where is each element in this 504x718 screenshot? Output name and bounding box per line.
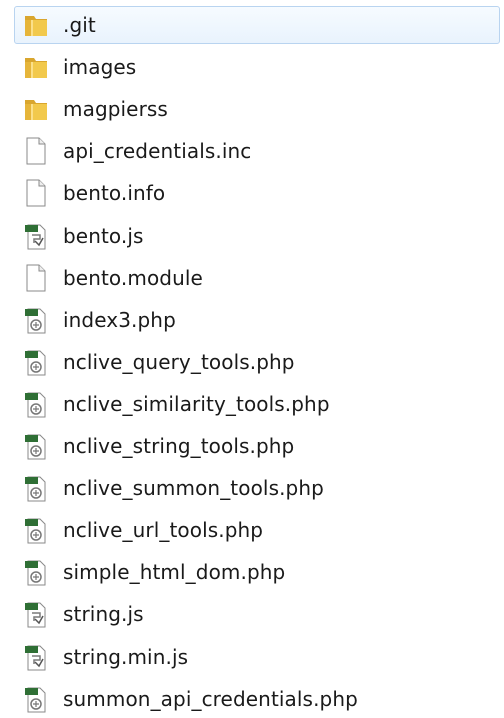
script-file-icon <box>22 221 50 251</box>
file-name: nclive_url_tools.php <box>63 518 264 543</box>
file-name: .git <box>63 13 96 37</box>
folder-icon <box>22 94 50 124</box>
script-file-icon <box>22 642 50 672</box>
folder-icon <box>22 52 50 82</box>
file-row[interactable]: simple_html_dom.php <box>14 553 500 591</box>
php-file-icon <box>22 305 50 335</box>
file-row[interactable]: summon_api_credentials.php <box>14 680 500 718</box>
file-name: bento.js <box>63 223 144 248</box>
file-row[interactable]: api_credentials.inc <box>14 132 500 170</box>
file-row[interactable]: nclive_summon_tools.php <box>14 469 500 507</box>
file-name: images <box>63 55 137 80</box>
file-row[interactable]: nclive_string_tools.php <box>14 427 500 465</box>
file-row[interactable]: bento.module <box>14 259 500 297</box>
php-file-icon <box>22 431 50 461</box>
php-file-icon <box>22 347 50 377</box>
script-file-icon <box>22 599 50 629</box>
file-row[interactable]: index3.php <box>14 301 500 339</box>
file-row[interactable]: string.js <box>14 595 500 633</box>
file-name: bento.info <box>63 181 166 206</box>
file-row[interactable]: magpierss <box>14 90 500 128</box>
file-row[interactable]: images <box>14 48 500 86</box>
file-row[interactable]: nclive_url_tools.php <box>14 511 500 549</box>
file-name: string.min.js <box>63 644 189 669</box>
file-name: bento.module <box>63 265 203 290</box>
php-file-icon <box>22 389 50 419</box>
blank-file-icon <box>22 263 50 293</box>
folder-icon <box>22 10 50 40</box>
file-row[interactable]: bento.info <box>14 174 500 212</box>
php-file-icon <box>22 684 50 714</box>
file-row[interactable]: string.min.js <box>14 638 500 676</box>
file-name: string.js <box>63 602 144 627</box>
php-file-icon <box>22 557 50 587</box>
file-row[interactable]: bento.js <box>14 217 500 255</box>
file-row[interactable]: .git <box>14 6 500 44</box>
php-file-icon <box>22 473 50 503</box>
file-name: nclive_query_tools.php <box>63 349 295 374</box>
blank-file-icon <box>22 136 50 166</box>
file-name: nclive_summon_tools.php <box>63 476 324 501</box>
file-name: magpierss <box>63 97 168 122</box>
blank-file-icon <box>22 178 50 208</box>
file-name: nclive_string_tools.php <box>63 434 295 458</box>
file-row[interactable]: nclive_similarity_tools.php <box>14 385 500 423</box>
file-name: simple_html_dom.php <box>63 560 286 585</box>
php-file-icon <box>22 515 50 545</box>
file-name: summon_api_credentials.php <box>63 686 358 711</box>
file-name: index3.php <box>63 307 176 332</box>
file-name: api_credentials.inc <box>63 139 252 164</box>
file-row[interactable]: nclive_query_tools.php <box>14 343 500 381</box>
file-name: nclive_similarity_tools.php <box>63 391 330 416</box>
